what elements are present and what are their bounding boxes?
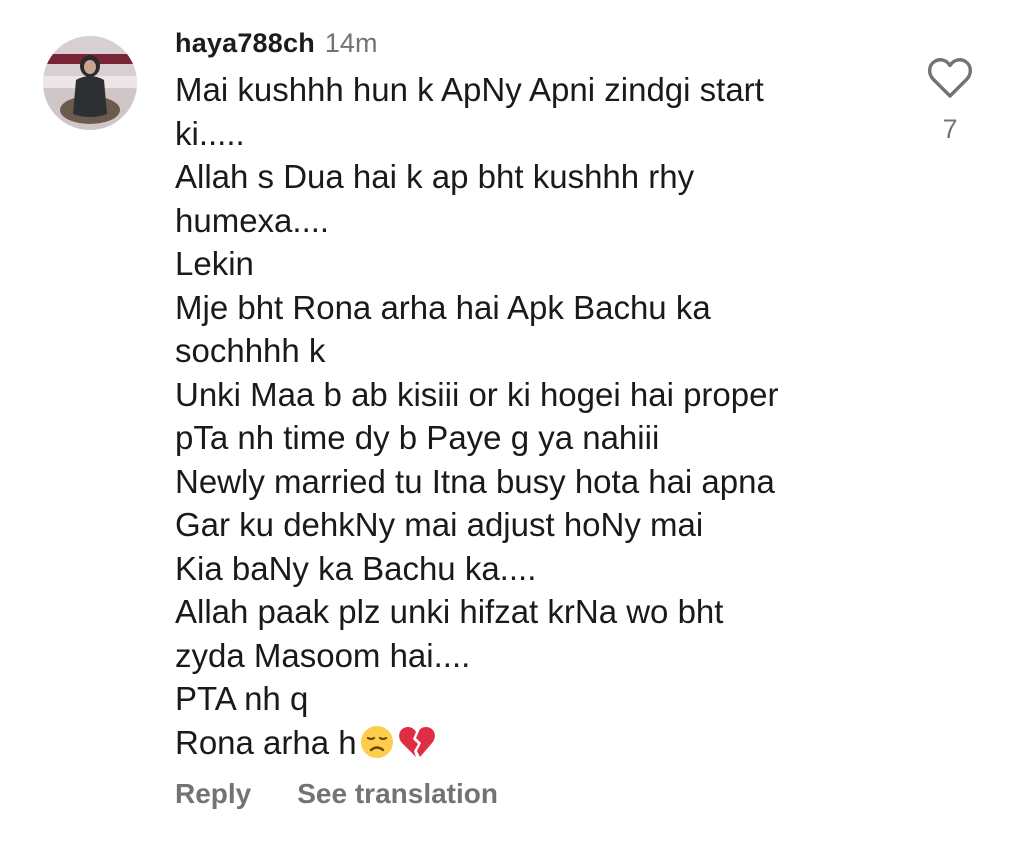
comment-line: Newly married tu Itna busy hota hai apna [175,462,775,500]
reply-button[interactable]: Reply [175,778,251,810]
heart-outline-icon [927,58,973,98]
see-translation-button[interactable]: See translation [297,778,498,810]
username-link[interactable]: haya788ch [175,28,315,59]
like-area: 7 [922,56,978,145]
like-count: 7 [942,114,958,144]
comment-line: humexa.... [175,201,330,239]
comment-content: haya788ch 14m Mai kushhh hun k ApNy Apni… [175,28,895,810]
comment-line: zyda Masoom hai.... [175,636,471,674]
comment-line: ki..... [175,114,245,152]
comment-line: Allah paak plz unki hifzat krNa wo bht [175,593,724,630]
comment-text: Mai kushhh hun k ApNy Apni zindgi start … [175,68,895,764]
comment-header: haya788ch 14m [175,28,895,62]
comment-line: Kia baNy ka Bachu ka.... [175,549,537,587]
like-button[interactable] [926,56,974,100]
comment-line: Mje bht Rona arha hai Apk Bachu ka [175,288,711,326]
comment-line: PTA nh q [175,680,309,717]
comment-line: Mai kushhh hun k ApNy Apni zindgi start [175,71,764,108]
comment-last-line: Rona arha h [175,721,895,765]
comment-line: sochhhh k [175,332,326,369]
comment-actions: Reply See translation [175,778,895,810]
avatar-image [43,36,137,130]
broken-heart-emoji-icon [398,726,435,757]
comment-line: Gar ku dehkNy mai adjust hoNy mai [175,506,704,543]
comment-line: Allah s Dua hai k ap bht kushhh rhy [175,158,695,195]
avatar[interactable] [43,36,137,130]
comment-timestamp: 14m [324,28,378,58]
comment-line: pTa nh time dy b Paye g ya nahiii [175,419,660,456]
comment-line-text: Rona arha h [175,723,357,761]
comment-line: Lekin [175,245,254,282]
comment-line: Unki Maa b ab kisiii or ki hogei hai pro… [175,375,779,413]
disappointed-face-emoji-icon [360,725,393,758]
